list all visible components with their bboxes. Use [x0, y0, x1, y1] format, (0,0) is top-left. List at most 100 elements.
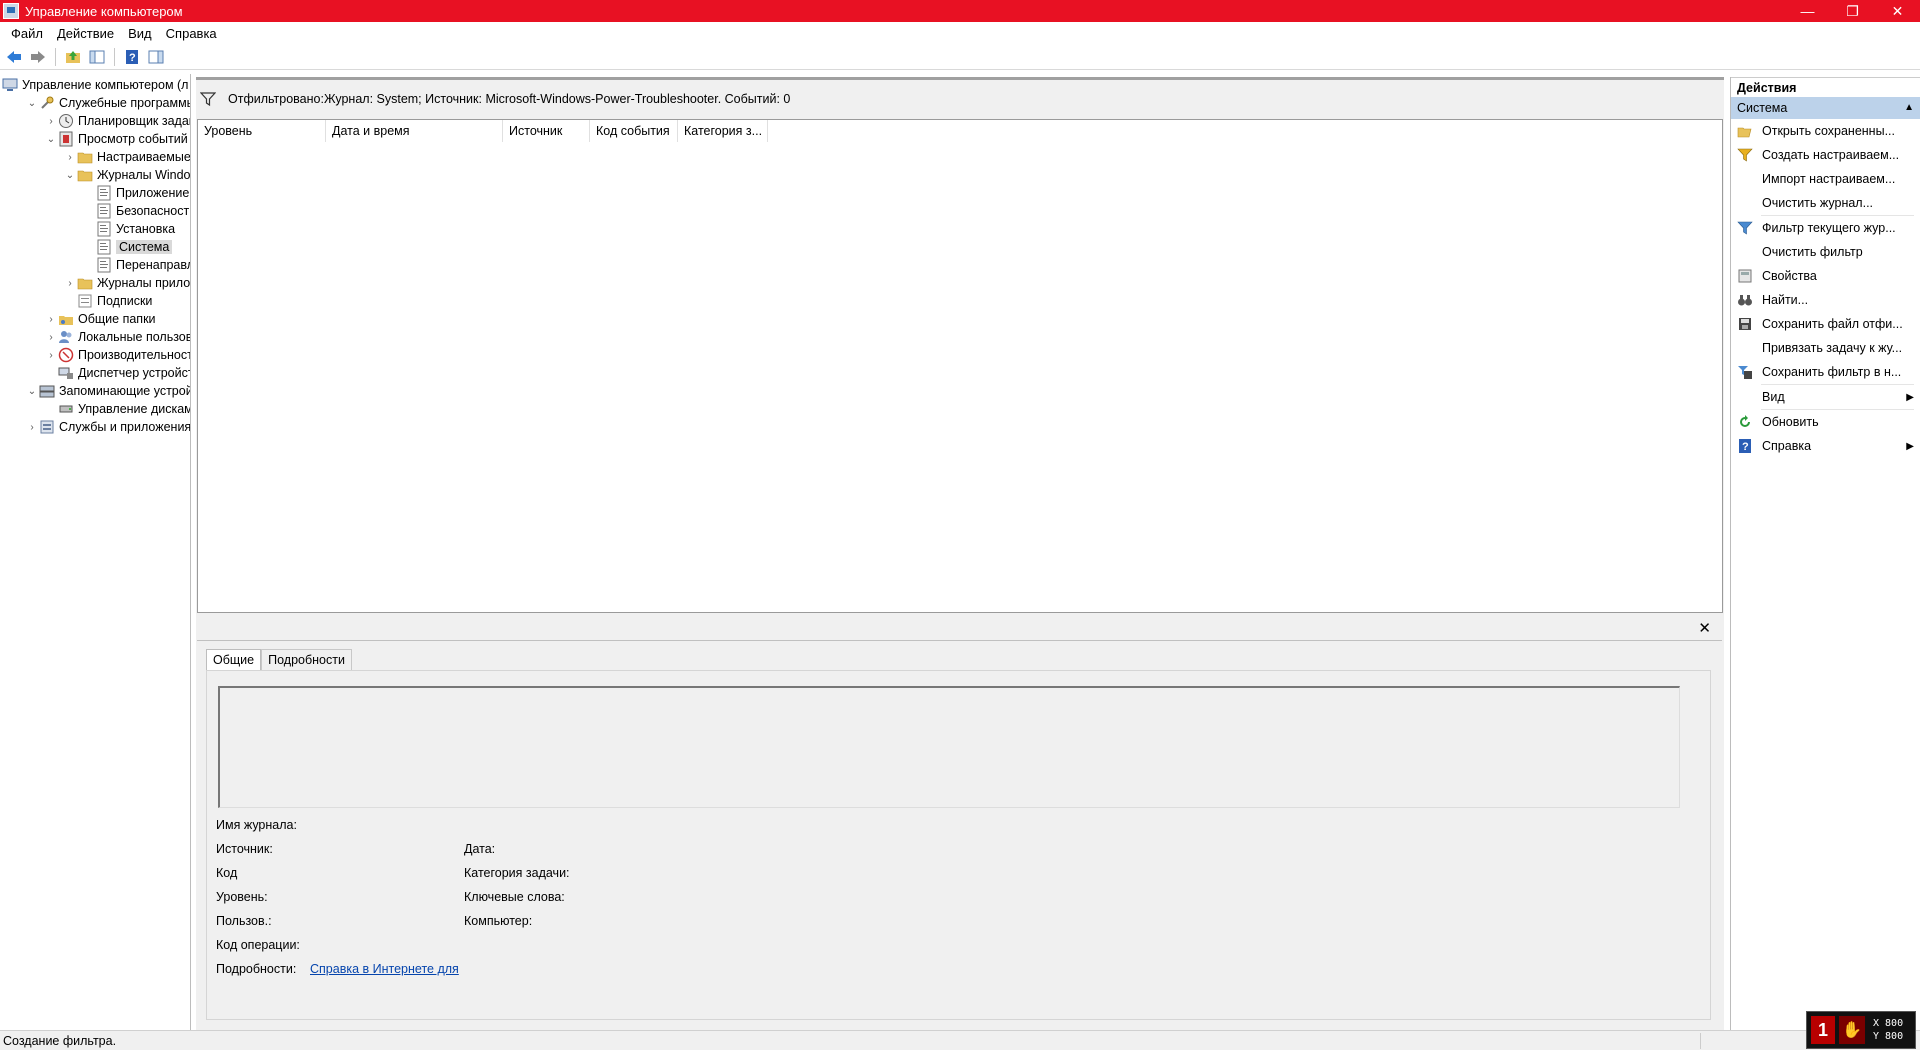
tree-item[interactable]: › Настраиваемые пр: [63, 148, 190, 166]
tree-item-label: Приложение: [116, 186, 190, 200]
tree-item[interactable]: Подписки: [63, 292, 152, 310]
tree-item[interactable]: Управление дисками: [44, 400, 190, 418]
restore-button[interactable]: ❐: [1830, 0, 1875, 22]
action-item[interactable]: Создать настраиваем...: [1731, 143, 1920, 167]
close-button[interactable]: ✕: [1875, 0, 1920, 22]
tree-item-label: Диспетчер устройств: [78, 366, 191, 380]
tree-item[interactable]: ⌄ Журналы Windows: [63, 166, 190, 184]
action-item[interactable]: Открыть сохраненны...: [1731, 119, 1920, 143]
tree-item[interactable]: › Планировщик заданий: [44, 112, 190, 130]
action-item-label: Очистить журнал...: [1762, 196, 1874, 210]
close-details-icon[interactable]: ✕: [1698, 619, 1711, 637]
action-item[interactable]: Очистить фильтр: [1731, 240, 1920, 264]
actions-section-system[interactable]: Система ▲: [1731, 97, 1920, 119]
tree-item-label: Локальные пользовате: [78, 330, 191, 344]
field-task-category: Категория задачи:: [464, 866, 570, 880]
tree-item[interactable]: › Журналы приложе: [63, 274, 190, 292]
events-list[interactable]: Уровень Дата и время Источник Код событи…: [197, 119, 1723, 613]
overlay-badge: 1: [1811, 1016, 1835, 1044]
blank-icon: [1737, 195, 1753, 211]
show-hide-tree-icon[interactable]: [87, 47, 107, 67]
tree-item[interactable]: Установка: [82, 220, 175, 238]
chevron-right-icon[interactable]: ›: [44, 116, 58, 127]
chevron-right-icon[interactable]: ›: [44, 332, 58, 343]
tab-details[interactable]: Подробности: [261, 649, 352, 670]
action-item[interactable]: Импорт настраиваем...: [1731, 167, 1920, 191]
action-item[interactable]: Сохранить фильтр в н...: [1731, 360, 1920, 384]
chevron-right-icon[interactable]: ›: [44, 350, 58, 361]
menu-help[interactable]: Справка: [159, 26, 224, 41]
tree-item[interactable]: › Локальные пользовате: [44, 328, 191, 346]
action-item[interactable]: Свойства: [1731, 264, 1920, 288]
action-item[interactable]: ? Справка ▶: [1731, 434, 1920, 458]
menu-view[interactable]: Вид: [121, 26, 159, 41]
status-bar: Создание фильтра.: [0, 1030, 1920, 1050]
chevron-down-icon[interactable]: ⌄: [25, 98, 39, 109]
online-help-link[interactable]: Справка в Интернете для: [310, 962, 459, 976]
tree-item[interactable]: › Производительность: [44, 346, 190, 364]
tree-item[interactable]: › Службы и приложения: [25, 418, 191, 436]
action-item[interactable]: Найти...: [1731, 288, 1920, 312]
action-item[interactable]: Привязать задачу к жу...: [1731, 336, 1920, 360]
chevron-down-icon[interactable]: ⌄: [44, 134, 58, 145]
column-header-level[interactable]: Уровень: [198, 119, 326, 142]
back-arrow-icon[interactable]: [4, 47, 24, 67]
properties-pane-icon[interactable]: [146, 47, 166, 67]
action-item-label: Импорт настраиваем...: [1762, 172, 1896, 186]
hand-icon: ✋: [1839, 1016, 1865, 1044]
tree-item[interactable]: Система: [82, 238, 173, 256]
minimize-button[interactable]: —: [1785, 0, 1830, 22]
tab-general[interactable]: Общие: [206, 649, 262, 670]
chevron-right-icon[interactable]: ›: [25, 422, 39, 433]
properties-icon: [1737, 268, 1753, 284]
tree-item[interactable]: Управление компьютером (л: [2, 76, 188, 94]
action-item-label: Обновить: [1762, 415, 1819, 429]
up-folder-icon[interactable]: [63, 47, 83, 67]
filter-status-bar: Отфильтровано:Журнал: System; Источник: …: [196, 77, 1724, 117]
chevron-down-icon[interactable]: ⌄: [63, 170, 77, 181]
menu-action[interactable]: Действие: [50, 26, 121, 41]
folder-icon: [77, 149, 93, 165]
window-controls: — ❐ ✕: [1785, 0, 1920, 22]
tree-item[interactable]: ⌄ Запоминающие устройст: [25, 382, 190, 400]
action-item[interactable]: Вид ▶: [1731, 385, 1920, 409]
column-header-event-id[interactable]: Код события: [590, 119, 678, 142]
filter-icon: [200, 91, 216, 106]
tree-item[interactable]: Перенаправлен: [82, 256, 190, 274]
action-item-label: Сохранить файл отфи...: [1762, 317, 1903, 331]
shared-folders-icon: [58, 311, 74, 327]
tree-item-label: Просмотр событий: [78, 132, 188, 146]
action-item[interactable]: Фильтр текущего жур...: [1731, 216, 1920, 240]
field-keywords: Ключевые слова:: [464, 890, 565, 904]
action-item[interactable]: Обновить: [1731, 410, 1920, 434]
subscriptions-icon: [77, 293, 93, 309]
tree-item-label: Установка: [116, 222, 176, 236]
tree-item[interactable]: ⌄ Просмотр событий: [44, 130, 188, 148]
tree-item[interactable]: ⌄ Служебные программы: [25, 94, 190, 112]
column-header-datetime[interactable]: Дата и время: [326, 119, 503, 142]
column-header-task-category[interactable]: Категория з...: [678, 119, 768, 142]
chevron-right-icon[interactable]: ›: [44, 314, 58, 325]
tree-item[interactable]: Приложение: [82, 184, 189, 202]
event-viewer-icon: [58, 131, 74, 147]
menu-file[interactable]: Файл: [4, 26, 50, 41]
action-item[interactable]: Очистить журнал...: [1731, 191, 1920, 215]
help-icon[interactable]: ?: [122, 47, 142, 67]
tree-item[interactable]: Диспетчер устройств: [44, 364, 191, 382]
tree-item-label: Службы и приложения: [59, 420, 191, 434]
tree-item[interactable]: › Общие папки: [44, 310, 155, 328]
field-date: Дата:: [464, 842, 496, 856]
filter-icon: [1737, 220, 1753, 236]
chevron-down-icon[interactable]: ⌄: [25, 386, 39, 397]
chevron-right-icon[interactable]: ›: [63, 278, 77, 289]
chevron-right-icon[interactable]: ›: [63, 152, 77, 163]
forward-arrow-icon[interactable]: [28, 47, 48, 67]
filter-create-icon: [1737, 147, 1753, 163]
tree-item[interactable]: Безопасность: [82, 202, 190, 220]
folder-icon: [77, 167, 93, 183]
action-item[interactable]: Сохранить файл отфи...: [1731, 312, 1920, 336]
collapse-caret-icon[interactable]: ▲: [1904, 97, 1914, 119]
event-description-box[interactable]: [218, 686, 1680, 808]
submenu-arrow-icon: ▶: [1906, 391, 1914, 403]
column-header-source[interactable]: Источник: [503, 119, 590, 142]
